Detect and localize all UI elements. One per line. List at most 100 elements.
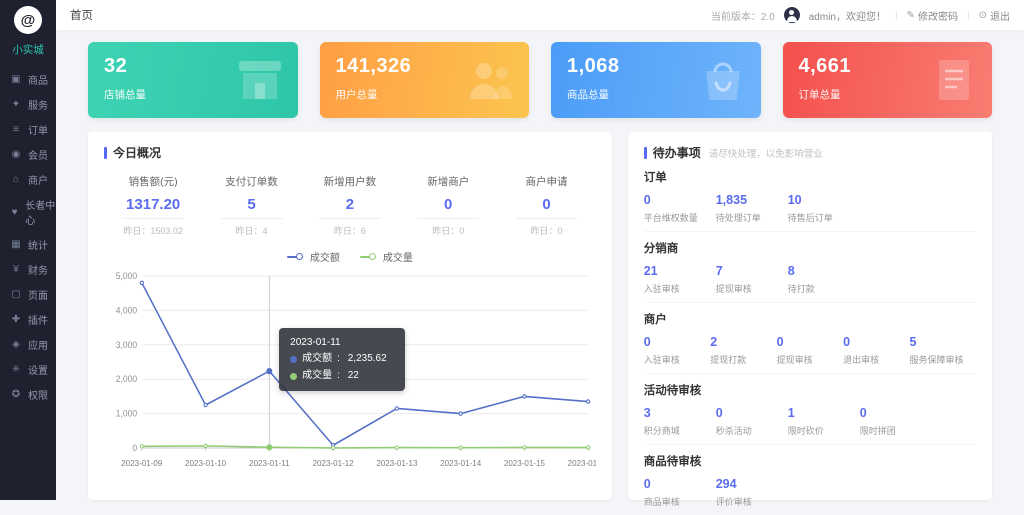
todo-section-title: 商品待审核 [644,453,976,469]
sidebar-item[interactable]: ▢ 页面 [0,282,56,307]
svg-text:1,000: 1,000 [116,408,137,418]
todo-item[interactable]: 1 限时砍价 [788,406,860,437]
sidebar-item-icon: ⌂ [10,174,22,185]
todo-item[interactable]: 7 提现审核 [716,264,788,295]
legend-item[interactable]: 成交量 [360,249,413,264]
legend-item[interactable]: 成交额 [287,249,340,264]
todo-item-label: 秒杀活动 [716,424,788,437]
today-stat: 新增商户 0 昨日：0 [399,174,497,239]
today-stat-label: 商户申请 [497,174,595,189]
todo-item[interactable]: 21 入驻审核 [644,264,716,295]
divider: | [967,10,970,21]
svg-text:2023-01-15: 2023-01-15 [504,459,545,468]
user-avatar[interactable] [784,7,800,23]
today-stat-label: 新增商户 [399,174,497,189]
sidebar-item-icon: ¥ [10,264,22,275]
todo-item-value: 0 [644,335,710,349]
stat-card-products: 1,068 商品总量 [551,42,761,118]
today-stat-yesterday: 昨日：1503.02 [122,218,184,237]
todo-section-distributors: 分销商 21 入驻审核 7 提现审核 [644,232,976,303]
todo-item[interactable]: 2 提现打款 [710,335,776,366]
todo-item-label: 平台维权数量 [644,211,716,224]
todo-item[interactable]: 0 入驻审核 [644,335,710,366]
todo-section-title: 商户 [644,311,976,327]
todo-item-value: 0 [777,335,843,349]
todo-item-value: 10 [788,193,860,207]
sidebar-item-label: 订单 [28,122,48,137]
todo-items: 0 商品审核 294 评价审核 [644,477,976,508]
main-area: 首页 当前版本：2.0 admin，欢迎您！ | ✎ 修改密码 | ⊙ 退出 3… [56,0,1024,500]
todo-item-value: 2 [710,335,776,349]
change-password-label: 修改密码 [918,8,958,23]
sidebar-item-label: 插件 [28,312,48,327]
todo-item[interactable]: 8 待打款 [788,264,860,295]
sidebar-item-icon: ✦ [10,99,22,110]
users-icon [467,59,515,101]
accent-bar [644,147,647,159]
sidebar-item[interactable]: ✪ 权限 [0,382,56,407]
chart-legend: 成交额 成交量 [104,249,596,264]
accent-bar [104,147,107,159]
todo-item-label: 评价审核 [716,495,788,508]
svg-text:0: 0 [132,443,137,453]
sidebar-item-icon: ◉ [10,149,22,160]
sidebar-item[interactable]: ✦ 服务 [0,92,56,117]
todo-item[interactable]: 5 服务保障审核 [910,335,976,366]
todo-item[interactable]: 0 限时拼团 [860,406,932,437]
todo-item-label: 限时拼团 [860,424,932,437]
todo-item-label: 提现审核 [777,353,843,366]
todo-item[interactable]: 0 平台维权数量 [644,193,716,224]
sidebar-item[interactable]: ⌂ 商户 [0,167,56,192]
todo-item[interactable]: 3 积分商城 [644,406,716,437]
todo-item-value: 21 [644,264,716,278]
sidebar-item[interactable]: ▣ 商品 [0,67,56,92]
sidebar-item-icon: ◈ [10,339,22,350]
divider: | [895,10,898,21]
sidebar-item[interactable]: ◈ 应用 [0,332,56,357]
sidebar-item[interactable]: ✳ 设置 [0,357,56,382]
svg-text:2023-01-13: 2023-01-13 [376,459,417,468]
svg-text:2023-01-09: 2023-01-09 [121,459,162,468]
app-logo-icon[interactable]: @ [14,6,42,34]
logout-button[interactable]: ⊙ 退出 [979,8,1010,23]
todo-item-label: 待售后订单 [788,211,860,224]
sidebar-item-label: 服务 [28,97,48,112]
todo-item[interactable]: 294 评价审核 [716,477,788,508]
sidebar-item-icon: ≡ [10,124,22,135]
todo-item[interactable]: 0 退出审核 [843,335,909,366]
chart-wrap: 01,0002,0003,0004,0005,0002023-01-092023… [104,266,596,472]
today-stat-value: 1317.20 [104,196,202,213]
breadcrumb-home[interactable]: 首页 [70,7,93,23]
todo-item-value: 8 [788,264,860,278]
todo-item-label: 商品审核 [644,495,716,508]
welcome-text[interactable]: admin，欢迎您！ [809,8,886,23]
todo-item[interactable]: 1,835 待处理订单 [716,193,788,224]
todo-item[interactable]: 0 秒杀活动 [716,406,788,437]
today-overview-panel: 今日概况 销售额(元) 1317.20 昨日：1503.02 支付订单数 5 [88,132,612,500]
panel-header: 待办事项 请尽快处理，以免影响营业 [644,144,976,161]
todo-items: 0 平台维权数量 1,835 待处理订单 10 待售后订单 [644,193,976,224]
todo-item-value: 1,835 [716,193,788,207]
sidebar-item-label: 商品 [28,72,48,87]
sidebar-item[interactable]: ♥ 长者中心 [0,192,56,232]
power-icon: ⊙ [979,10,987,21]
order-list-icon [930,58,978,102]
todo-item[interactable]: 0 商品审核 [644,477,716,508]
todo-item[interactable]: 0 提现审核 [777,335,843,366]
today-stat-label: 销售额(元) [104,174,202,189]
todo-item-label: 提现审核 [716,282,788,295]
todo-section-title: 活动待审核 [644,382,976,398]
sidebar-item[interactable]: ≡ 订单 [0,117,56,142]
todo-item[interactable]: 10 待售后订单 [788,193,860,224]
today-stat: 销售额(元) 1317.20 昨日：1503.02 [104,174,202,239]
sidebar-item[interactable]: ¥ 财务 [0,257,56,282]
line-chart[interactable]: 01,0002,0003,0004,0005,0002023-01-092023… [104,266,596,472]
topbar-right: 当前版本：2.0 admin，欢迎您！ | ✎ 修改密码 | ⊙ 退出 [711,7,1010,23]
change-password-button[interactable]: ✎ 修改密码 [907,8,958,23]
today-stat-yesterday: 昨日：6 [319,218,381,237]
sidebar-item[interactable]: ✚ 插件 [0,307,56,332]
sidebar-item[interactable]: ▦ 统计 [0,232,56,257]
sidebar-item[interactable]: ◉ 会员 [0,142,56,167]
today-stat-value: 5 [202,196,300,213]
todo-item-label: 积分商城 [644,424,716,437]
